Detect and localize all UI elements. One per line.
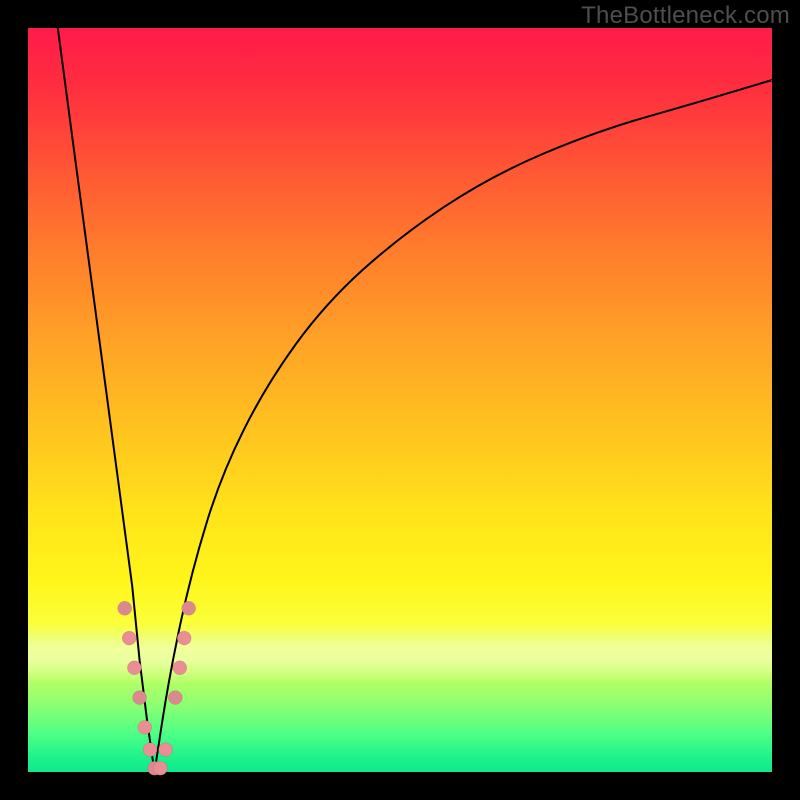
data-marker [159,743,173,757]
data-marker [182,601,196,615]
data-marker [118,601,132,615]
data-marker [177,631,191,645]
data-marker [138,720,152,734]
watermark-text: TheBottleneck.com [581,2,790,30]
plot-area [28,28,772,772]
data-marker [122,631,136,645]
data-marker [173,661,187,675]
data-marker [143,743,157,757]
curve-layer [28,28,772,772]
chart-frame: TheBottleneck.com [0,0,800,800]
bottleneck-curve-left [58,28,155,772]
data-marker [133,691,147,705]
data-marker [168,691,182,705]
data-marker [153,761,167,775]
bottleneck-curve-right [155,80,773,772]
data-marker [127,661,141,675]
marker-cluster [118,601,196,775]
